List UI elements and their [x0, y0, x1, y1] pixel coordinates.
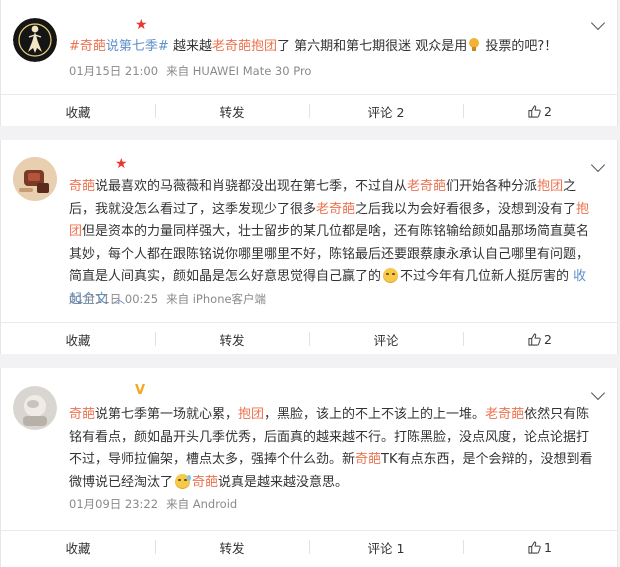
favorite-button[interactable]: 收藏: [1, 531, 155, 563]
keyword-link[interactable]: 老奇葩: [212, 39, 251, 54]
weibo-post-1: ★ #奇葩说第七季# 越来越老奇葩抱团了 第六期和第七期很迷 观众是用 投票的吧…: [0, 0, 618, 126]
like-button[interactable]: 2: [463, 323, 617, 355]
post-source: 来自 Android: [166, 497, 238, 511]
comment-button[interactable]: 评论: [309, 323, 463, 355]
action-bar: 收藏 转发 评论 2 2: [1, 94, 617, 127]
weibo-post-2: ★ 奇葩说最喜欢的马薇薇和肖骁都没出现在第七季，不过自从老奇葩们开始各种分派抱团…: [0, 140, 618, 354]
hashtag-topic[interactable]: 说第七季#: [106, 39, 169, 54]
keyword-link[interactable]: 抱团: [537, 179, 563, 194]
action-bar: 收藏 转发 评论 2: [1, 322, 617, 355]
thumbs-up-icon: [528, 540, 541, 554]
repost-label: 转发: [219, 540, 245, 556]
hashtag-keyword[interactable]: #奇葩: [69, 39, 106, 54]
chevron-down-icon[interactable]: [590, 15, 606, 31]
repost-label: 转发: [219, 332, 245, 348]
text-segment: 不过今年有几位新人挺厉害的: [400, 269, 574, 284]
post-source: 来自 iPhone客户端: [166, 292, 267, 306]
text-segment: 之后我以为会好看很多，没想到没有了: [355, 201, 577, 217]
repost-button[interactable]: 转发: [155, 531, 309, 563]
post-source: 来自 HUAWEI Mate 30 Pro: [166, 64, 312, 78]
text-segment: 们开始各种分派: [446, 179, 538, 194]
text-segment: 了 第六期和第七期很迷 观众是用: [276, 39, 468, 54]
post-meta: 01月15日 21:00 来自 HUAWEI Mate 30 Pro: [69, 63, 311, 79]
repost-button[interactable]: 转发: [155, 95, 309, 127]
favorite-button[interactable]: 收藏: [1, 95, 155, 127]
text-segment: 投票的吧?！: [481, 39, 558, 54]
like-count: 1: [544, 539, 552, 555]
keyword-link[interactable]: 奇葩: [69, 407, 95, 422]
smirk-emoji-icon: [383, 268, 399, 283]
like-button[interactable]: 1: [463, 531, 617, 563]
keyword-link[interactable]: 奇葩: [69, 179, 95, 194]
post-time[interactable]: 01月11日 00:25: [69, 292, 158, 306]
comment-button[interactable]: 评论 2: [309, 95, 463, 127]
keyword-link[interactable]: 抱团: [251, 39, 277, 54]
red-star-icon: ★: [135, 17, 148, 33]
text-segment: 说第七季第一场就心累，: [95, 407, 239, 422]
post-meta: 01月11日 00:25 来自 iPhone客户端: [69, 291, 266, 307]
comment-label: 评论: [373, 332, 399, 348]
repost-button[interactable]: 转发: [155, 323, 309, 355]
keyword-link[interactable]: 抱团: [238, 407, 264, 422]
post-text: #奇葩说第七季# 越来越老奇葩抱团了 第六期和第七期很迷 观众是用 投票的吧?！: [69, 36, 599, 59]
like-count: 2: [544, 103, 552, 119]
repost-label: 转发: [219, 104, 245, 120]
like-count: 2: [544, 331, 552, 347]
like-button[interactable]: 2: [463, 95, 617, 127]
keyword-link[interactable]: 老奇葩: [316, 202, 355, 217]
comment-label: 评论 2: [367, 104, 405, 120]
post-text: 奇葩说第七季第一场就心累，抱团，黑脸，该上的不上不该上的上一堆。老奇葩依然只有陈…: [69, 404, 599, 494]
favorite-button[interactable]: 收藏: [1, 323, 155, 355]
red-star-icon: ★: [115, 156, 128, 172]
avatar[interactable]: [13, 386, 57, 430]
text-segment: 说真是越来越没意思。: [218, 474, 349, 490]
weibo-post-3: V 奇葩说第七季第一场就心累，抱团，黑脸，该上的不上不该上的上一堆。老奇葩依然只…: [0, 368, 618, 567]
thumbs-up-icon: [528, 104, 541, 118]
text-segment: ，黑脸，该上的不上不该上的上一堆。: [264, 407, 486, 422]
thumbs-up-icon: [528, 332, 541, 346]
favorite-label: 收藏: [65, 332, 91, 348]
text-segment: 越来越: [168, 39, 212, 54]
chevron-down-icon[interactable]: [590, 385, 606, 401]
action-bar: 收藏 转发 评论 1 1: [1, 530, 617, 563]
chevron-down-icon[interactable]: [590, 157, 606, 173]
post-time[interactable]: 01月09日 23:22: [69, 497, 158, 511]
sweat-emoji-icon: [175, 473, 192, 489]
avatar[interactable]: [13, 18, 57, 62]
keyword-link[interactable]: 奇葩: [355, 452, 381, 467]
keyword-link[interactable]: 老奇葩: [407, 179, 446, 194]
verified-v-icon: V: [135, 383, 146, 398]
lightbulb-icon: [469, 38, 480, 52]
avatar[interactable]: [13, 157, 57, 201]
comment-label: 评论 1: [367, 540, 405, 556]
keyword-link[interactable]: 老奇葩: [485, 407, 524, 422]
comment-button[interactable]: 评论 1: [309, 531, 463, 563]
keyword-link[interactable]: 奇葩: [192, 475, 218, 490]
favorite-label: 收藏: [65, 104, 91, 120]
text-segment: 说最喜欢的马薇薇和肖骁都没出现在第七季，不过自从: [95, 179, 408, 194]
favorite-label: 收藏: [65, 540, 91, 556]
post-time[interactable]: 01月15日 21:00: [69, 64, 158, 78]
post-meta: 01月09日 23:22 来自 Android: [69, 496, 237, 512]
